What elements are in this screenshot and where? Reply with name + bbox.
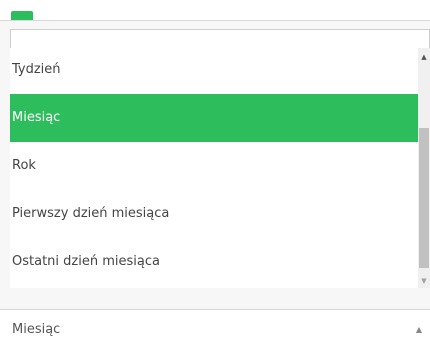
period-select-widget: Tydzień Miesiąc Rok Pierwszy dzień miesi…: [0, 0, 430, 349]
option-week[interactable]: Tydzień: [10, 48, 418, 94]
option-year[interactable]: Rok: [10, 142, 418, 190]
scrollbar-thumb[interactable]: [419, 128, 429, 268]
options-scrollbar[interactable]: ▲ ▼: [418, 48, 430, 288]
chevron-up-icon: ▲: [415, 325, 422, 334]
option-last-day-of-month[interactable]: Ostatni dzień miesiąca: [10, 238, 418, 286]
options-list: Tydzień Miesiąc Rok Pierwszy dzień miesi…: [10, 48, 418, 288]
select-value: Miesiąc: [12, 322, 61, 337]
period-select[interactable]: Miesiąc ▲: [10, 311, 430, 349]
option-month[interactable]: Miesiąc: [10, 94, 418, 142]
scroll-up-icon[interactable]: ▲: [418, 50, 430, 64]
active-indicator: [11, 11, 33, 20]
scroll-down-icon[interactable]: ▼: [418, 274, 430, 288]
option-first-day-of-month[interactable]: Pierwszy dzień miesiąca: [10, 190, 418, 238]
divider: [0, 309, 430, 310]
